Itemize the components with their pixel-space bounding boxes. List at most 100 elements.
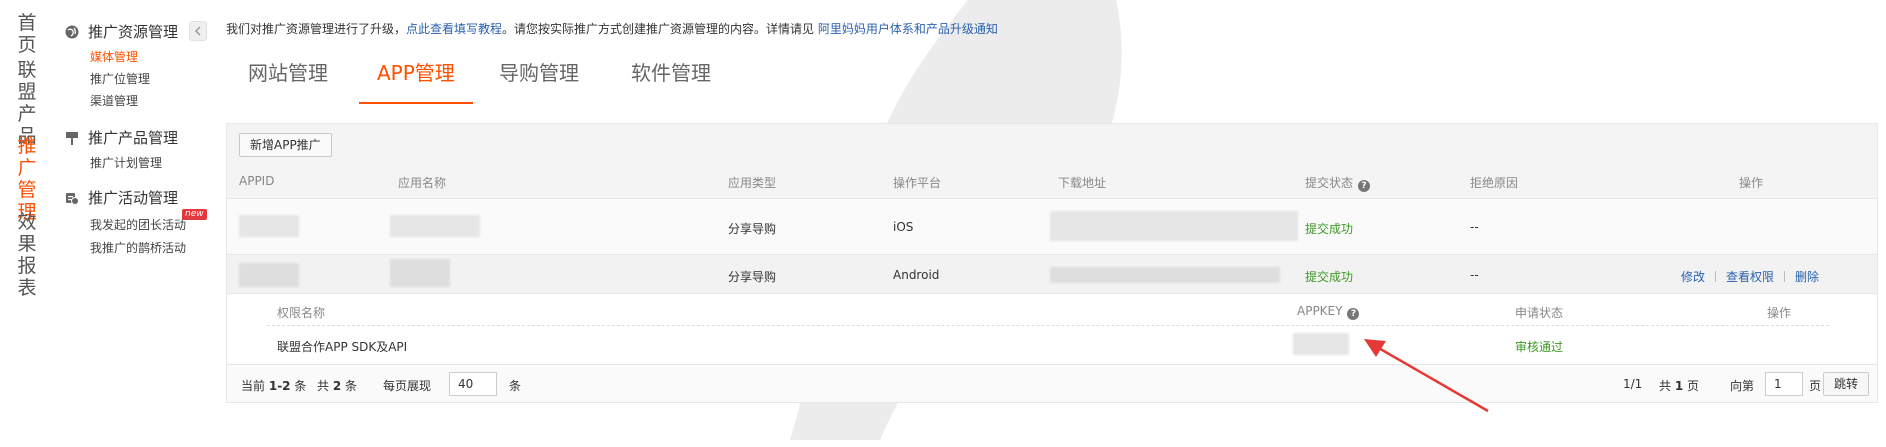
help-icon[interactable]: ?	[1347, 308, 1360, 320]
sub-sidebar: 推广资源管理 媒体管理 推广位管理 渠道管理 推广产品管理 推广计划管理 推广活…	[64, 0, 214, 447]
redacted-app-name	[390, 215, 480, 237]
permissions-table: 权限名称 APPKEY? 申请状态 操作 联盟合作APP SDK及API 审核通…	[227, 293, 1877, 364]
redacted-appid	[239, 263, 299, 287]
upgrade-notice: 我们对推广资源管理进行了升级，点此查看填写教程。请您按实际推广方式创建推广资源管…	[226, 20, 998, 37]
redacted-download-url	[1050, 211, 1298, 241]
total: 2	[332, 379, 342, 393]
app-table-panel: 新增APP推广 APPID 应用名称 应用类型 操作平台 下载地址 提交状态? …	[226, 123, 1878, 403]
group-title: 推广产品管理	[88, 129, 179, 147]
tutorial-link[interactable]: 点此查看填写教程	[406, 22, 502, 36]
range: 1-2	[268, 379, 291, 393]
app-type: 分享导购	[728, 270, 777, 284]
nav-reports[interactable]: 效果报表	[16, 211, 38, 299]
new-badge: new	[182, 209, 207, 220]
record-range: 当前 1-2 条	[241, 377, 306, 394]
col-header-app-type: 应用类型	[728, 176, 777, 190]
collapse-sidebar-button[interactable]	[189, 21, 207, 41]
jump-button[interactable]: 跳转	[1823, 372, 1870, 396]
col-header-submit-status: 提交状态?	[1305, 174, 1371, 192]
redacted-appkey	[1293, 333, 1349, 355]
app-type: 分享导购	[728, 222, 777, 236]
record-total: 共 2 条	[317, 377, 357, 394]
tab-software[interactable]: 软件管理	[631, 56, 711, 104]
unit: 条	[294, 379, 307, 393]
reject-reason: --	[1470, 268, 1479, 282]
sidebar-item-leader-activity[interactable]: 我发起的团长活动	[90, 216, 186, 233]
nav-home[interactable]: 首页	[16, 12, 38, 56]
chevron-left-icon	[194, 26, 201, 36]
platform: Android	[893, 268, 940, 282]
group-title: 推广活动管理	[88, 189, 179, 207]
add-app-button[interactable]: 新增APP推广	[239, 133, 332, 157]
divider	[1784, 271, 1786, 282]
table-row: 分享导购 Android 提交成功 -- 修改 查看权限 删除	[227, 254, 1877, 294]
reject-reason: --	[1470, 220, 1479, 234]
col-header-appkey: APPKEY?	[1297, 304, 1360, 320]
annotation-arrow	[1364, 339, 1489, 413]
group-products[interactable]: 推广产品管理	[64, 127, 178, 148]
sidebar-item-media[interactable]: 媒体管理	[90, 48, 138, 65]
sidebar-item-adzone[interactable]: 推广位管理	[90, 70, 150, 87]
col-header-reject-reason: 拒绝原因	[1470, 176, 1519, 190]
goto-page-input[interactable]: 1	[1765, 372, 1803, 396]
col-header-actions: 操作	[1739, 176, 1764, 190]
platform: iOS	[893, 220, 914, 234]
header-text: 提交状态	[1305, 176, 1354, 190]
label: 当前	[241, 379, 266, 393]
notice-text: 。请您按实际推广方式创建推广资源管理的内容。详情请见	[502, 22, 818, 36]
goto-label: 向第	[1730, 379, 1755, 393]
group-title: 推广资源管理	[88, 23, 179, 41]
submit-status: 提交成功	[1305, 222, 1354, 236]
header-text: APPKEY	[1297, 304, 1343, 318]
redacted-appid	[239, 215, 299, 237]
col-header-platform: 操作平台	[893, 176, 942, 190]
pagination-bar: 当前 1-2 条 共 2 条 每页展现 40 条 1/1 共 1 页 向第 1 …	[227, 364, 1877, 402]
sidebar-item-plans[interactable]: 推广计划管理	[90, 154, 162, 171]
submit-status: 提交成功	[1305, 270, 1354, 284]
tab-shopping-guide[interactable]: 导购管理	[499, 56, 579, 104]
sidebar-item-bridge-activity[interactable]: 我推广的鹊桥活动	[90, 239, 186, 256]
permission-name: 联盟合作APP SDK及API	[277, 340, 408, 354]
total-pages: 共 1 页	[1659, 377, 1699, 394]
col-header-permission-name: 权限名称	[277, 306, 326, 320]
unit: 页	[1687, 379, 1700, 393]
row-actions: 修改 查看权限 删除	[1681, 268, 1819, 285]
activity-icon	[64, 190, 80, 206]
label: 共	[1659, 379, 1672, 393]
goto-unit: 页	[1809, 379, 1822, 393]
tab-app[interactable]: APP管理	[359, 56, 473, 104]
per-page-label: 每页展现	[383, 379, 432, 393]
col-header-apply-status: 申请状态	[1515, 306, 1564, 320]
table-row: 分享导购 iOS 提交成功 --	[227, 198, 1877, 254]
tab-website[interactable]: 网站管理	[248, 56, 328, 104]
help-icon[interactable]: ?	[1358, 180, 1371, 192]
nav-products[interactable]: 联盟产品	[16, 59, 38, 147]
col-header-permission-actions: 操作	[1767, 306, 1792, 320]
tab-bar: 网站管理 APP管理 导购管理 软件管理	[226, 56, 1876, 104]
view-permissions-link[interactable]: 查看权限	[1726, 270, 1774, 284]
unit: 条	[345, 379, 358, 393]
col-header-download-url: 下载地址	[1058, 176, 1107, 190]
permission-status: 审核通过	[1515, 340, 1564, 354]
per-page-select[interactable]: 40	[449, 372, 497, 396]
edit-link[interactable]: 修改	[1681, 270, 1705, 284]
nav-promotion[interactable]: 推广管理	[16, 135, 38, 223]
divider	[1715, 271, 1717, 282]
per-page-unit: 条	[509, 379, 522, 393]
delete-link[interactable]: 删除	[1795, 270, 1819, 284]
group-activities[interactable]: 推广活动管理	[64, 187, 178, 208]
redacted-download-url	[1050, 267, 1280, 283]
col-header-appid: APPID	[239, 174, 275, 188]
redacted-app-name	[390, 259, 450, 287]
flag-icon	[64, 130, 80, 146]
label: 共	[317, 379, 330, 393]
divider	[267, 325, 1829, 326]
globe-icon	[64, 24, 80, 40]
col-header-app-name: 应用名称	[398, 176, 447, 190]
main-nav: 首页 联盟产品 推广管理 效果报表	[0, 0, 46, 447]
group-resources[interactable]: 推广资源管理	[64, 21, 178, 42]
upgrade-notice-link[interactable]: 阿里妈妈用户体系和产品升级通知	[818, 22, 998, 36]
notice-text: 我们对推广资源管理进行了升级，	[226, 22, 407, 36]
sidebar-item-channel[interactable]: 渠道管理	[90, 92, 138, 109]
total: 1	[1674, 379, 1684, 393]
